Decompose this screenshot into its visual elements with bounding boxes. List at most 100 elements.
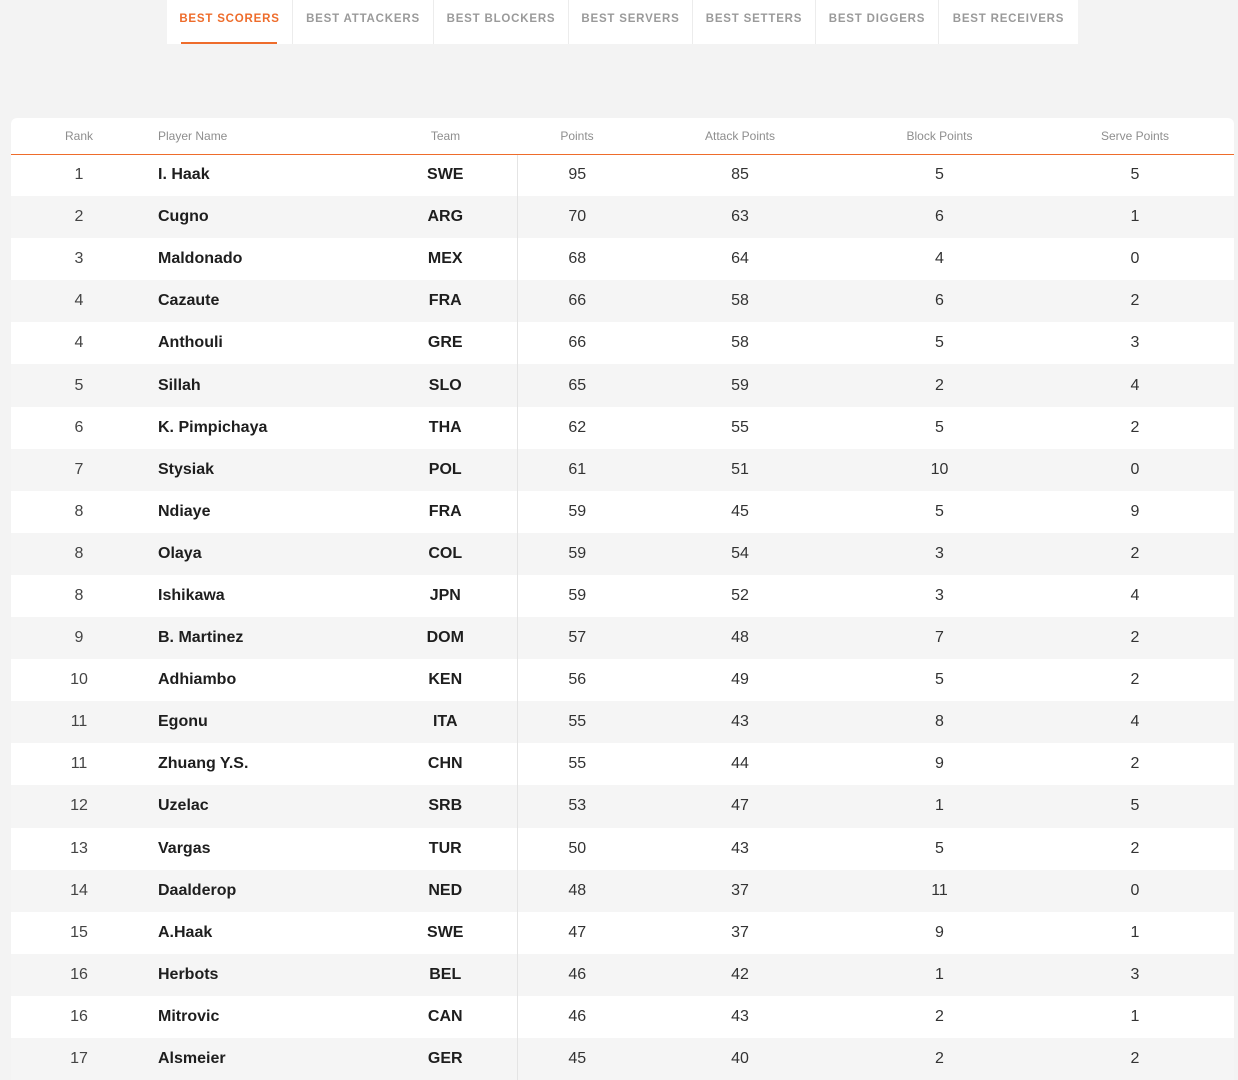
tab-best-setters[interactable]: BEST SETTERS xyxy=(693,0,816,44)
header-points[interactable]: Points xyxy=(517,118,637,155)
attack-points-cell: 44 xyxy=(731,755,749,773)
team-cell[interactable]: ITA xyxy=(374,701,518,744)
table-row[interactable]: 8 Ishikawa JPN 59 52 3 4 xyxy=(11,574,1234,618)
table-row[interactable]: 16 Mitrovic CAN 46 43 2 1 xyxy=(11,995,1234,1038)
table-row[interactable]: 6 K. Pimpichaya THA 62 55 5 2 xyxy=(11,406,1234,449)
table-row[interactable]: 9 B. Martinez DOM 57 48 7 2 xyxy=(11,617,1234,660)
team-cell[interactable]: CHN xyxy=(374,743,518,786)
player-name-cell[interactable]: Stysiak xyxy=(147,449,374,491)
table-row[interactable]: 7 Stysiak POL 61 51 10 0 xyxy=(11,448,1234,491)
team-cell[interactable]: ARG xyxy=(374,196,518,239)
table-row[interactable]: 4 Cazaute FRA 66 58 6 2 xyxy=(11,280,1234,323)
player-name-cell[interactable]: Zhuang Y.S. xyxy=(147,743,374,785)
tab-best-scorers[interactable]: BEST SCORERS xyxy=(167,0,293,44)
player-name-cell[interactable]: Egonu xyxy=(147,701,374,743)
player-name-cell[interactable]: Sillah xyxy=(147,364,374,406)
player-name-cell[interactable]: K. Pimpichaya xyxy=(147,407,374,449)
header-player-name[interactable]: Player Name xyxy=(147,118,374,155)
rank-cell: 8 xyxy=(74,544,84,562)
player-name-cell[interactable]: Uzelac xyxy=(147,785,374,827)
header-serve-points[interactable]: Serve Points xyxy=(1036,118,1234,155)
table-row[interactable]: 16 Herbots BEL 46 42 1 3 xyxy=(11,953,1234,996)
table-row[interactable]: 12 Uzelac SRB 53 47 1 5 xyxy=(11,785,1234,828)
serve-points-cell: 1 xyxy=(1130,208,1140,226)
player-name-cell[interactable]: Cugno xyxy=(147,196,374,238)
table-row[interactable]: 8 Olaya COL 59 54 3 2 xyxy=(11,532,1234,575)
table-row[interactable]: 8 Ndiaye FRA 59 45 5 9 xyxy=(11,490,1234,533)
team-cell[interactable]: CAN xyxy=(374,995,518,1038)
player-name-cell[interactable]: Maldonado xyxy=(147,238,374,280)
team-cell[interactable]: DOM xyxy=(374,617,518,660)
table-row[interactable]: 17 Alsmeier GER 45 40 2 2 xyxy=(11,1037,1234,1080)
player-name-cell[interactable]: Mitrovic xyxy=(147,996,374,1038)
team-cell[interactable]: FRA xyxy=(374,280,518,323)
tab-best-attackers[interactable]: BEST ATTACKERS xyxy=(293,0,434,44)
team-cell[interactable]: SWE xyxy=(374,154,518,197)
team-cell[interactable]: POL xyxy=(374,448,518,491)
tab-best-blockers[interactable]: BEST BLOCKERS xyxy=(434,0,569,44)
table-row[interactable]: 2 Cugno ARG 70 63 6 1 xyxy=(11,196,1234,239)
player-name-cell[interactable]: B. Martinez xyxy=(147,617,374,659)
team-cell[interactable]: THA xyxy=(374,406,518,449)
team-cell[interactable]: COL xyxy=(374,532,518,575)
tab-best-diggers[interactable]: BEST DIGGERS xyxy=(816,0,939,44)
table-row[interactable]: 13 Vargas TUR 50 43 5 2 xyxy=(11,827,1234,870)
table-row[interactable]: 14 Daalderop NED 48 37 11 0 xyxy=(11,869,1234,912)
team-cell[interactable]: TUR xyxy=(374,827,518,870)
table-row[interactable]: 3 Maldonado MEX 68 64 4 0 xyxy=(11,238,1234,281)
table-row[interactable]: 10 Adhiambo KEN 56 49 5 2 xyxy=(11,659,1234,702)
serve-points-cell: 1 xyxy=(1130,923,1140,941)
team-cell[interactable]: MEX xyxy=(374,238,518,281)
team-cell[interactable]: SWE xyxy=(374,911,518,954)
player-name-cell[interactable]: Anthouli xyxy=(147,322,374,364)
table-row[interactable]: 11 Zhuang Y.S. CHN 55 44 9 2 xyxy=(11,743,1234,786)
player-name-cell[interactable]: Herbots xyxy=(147,954,374,996)
attack-points-cell: 59 xyxy=(731,376,749,394)
serve-points-cell: 2 xyxy=(1130,671,1140,689)
team-cell[interactable]: FRA xyxy=(374,490,518,533)
player-name-cell[interactable]: Adhiambo xyxy=(147,659,374,701)
table-row[interactable]: 11 Egonu ITA 55 43 8 4 xyxy=(11,701,1234,744)
team-cell[interactable]: KEN xyxy=(374,659,518,702)
points-cell: 50 xyxy=(568,839,587,857)
player-name-cell[interactable]: Alsmeier xyxy=(147,1038,374,1080)
team-cell[interactable]: BEL xyxy=(374,953,518,996)
player-name-cell[interactable]: A.Haak xyxy=(147,912,374,954)
header-attack-points[interactable]: Attack Points xyxy=(637,118,843,155)
tab-best-servers[interactable]: BEST SERVERS xyxy=(569,0,693,44)
rank-cell: 11 xyxy=(70,713,88,731)
block-points-cell: 3 xyxy=(935,586,944,604)
rank-cell: 2 xyxy=(74,208,84,226)
table-row[interactable]: 5 Sillah SLO 65 59 2 4 xyxy=(11,364,1234,407)
player-name-cell[interactable]: I. Haak xyxy=(147,154,374,196)
player-name-cell[interactable]: Cazaute xyxy=(147,280,374,322)
attack-points-cell: 55 xyxy=(731,418,749,436)
team-cell[interactable]: SLO xyxy=(374,364,518,407)
points-cell: 46 xyxy=(568,965,587,983)
rank-cell: 11 xyxy=(70,755,88,773)
table-row[interactable]: 1 I. Haak SWE 95 85 5 5 xyxy=(11,154,1234,197)
rank-cell: 17 xyxy=(70,1050,88,1068)
header-team[interactable]: Team xyxy=(374,118,517,155)
attack-points-cell: 43 xyxy=(731,839,749,857)
table-row[interactable]: 4 Anthouli GRE 66 58 5 3 xyxy=(11,322,1234,365)
table-row[interactable]: 15 A.Haak SWE 47 37 9 1 xyxy=(11,911,1234,954)
team-cell[interactable]: SRB xyxy=(374,785,518,828)
player-name-cell[interactable]: Olaya xyxy=(147,533,374,575)
team-cell[interactable]: GRE xyxy=(374,322,518,365)
rank-cell: 8 xyxy=(74,502,84,520)
header-rank[interactable]: Rank xyxy=(11,118,147,155)
player-name-cell[interactable]: Ndiaye xyxy=(147,491,374,533)
points-cell: 59 xyxy=(568,502,587,520)
points-cell: 66 xyxy=(568,292,587,310)
team-cell[interactable]: JPN xyxy=(374,574,518,618)
tab-best-receivers[interactable]: BEST RECEIVERS xyxy=(939,0,1078,44)
player-name-cell[interactable]: Ishikawa xyxy=(147,575,374,617)
team-cell[interactable]: NED xyxy=(374,869,518,912)
header-block-points[interactable]: Block Points xyxy=(843,118,1036,155)
attack-points-cell: 52 xyxy=(731,586,749,604)
team-cell[interactable]: GER xyxy=(374,1037,518,1080)
block-points-cell: 6 xyxy=(935,292,944,310)
player-name-cell[interactable]: Vargas xyxy=(147,828,374,870)
player-name-cell[interactable]: Daalderop xyxy=(147,870,374,912)
